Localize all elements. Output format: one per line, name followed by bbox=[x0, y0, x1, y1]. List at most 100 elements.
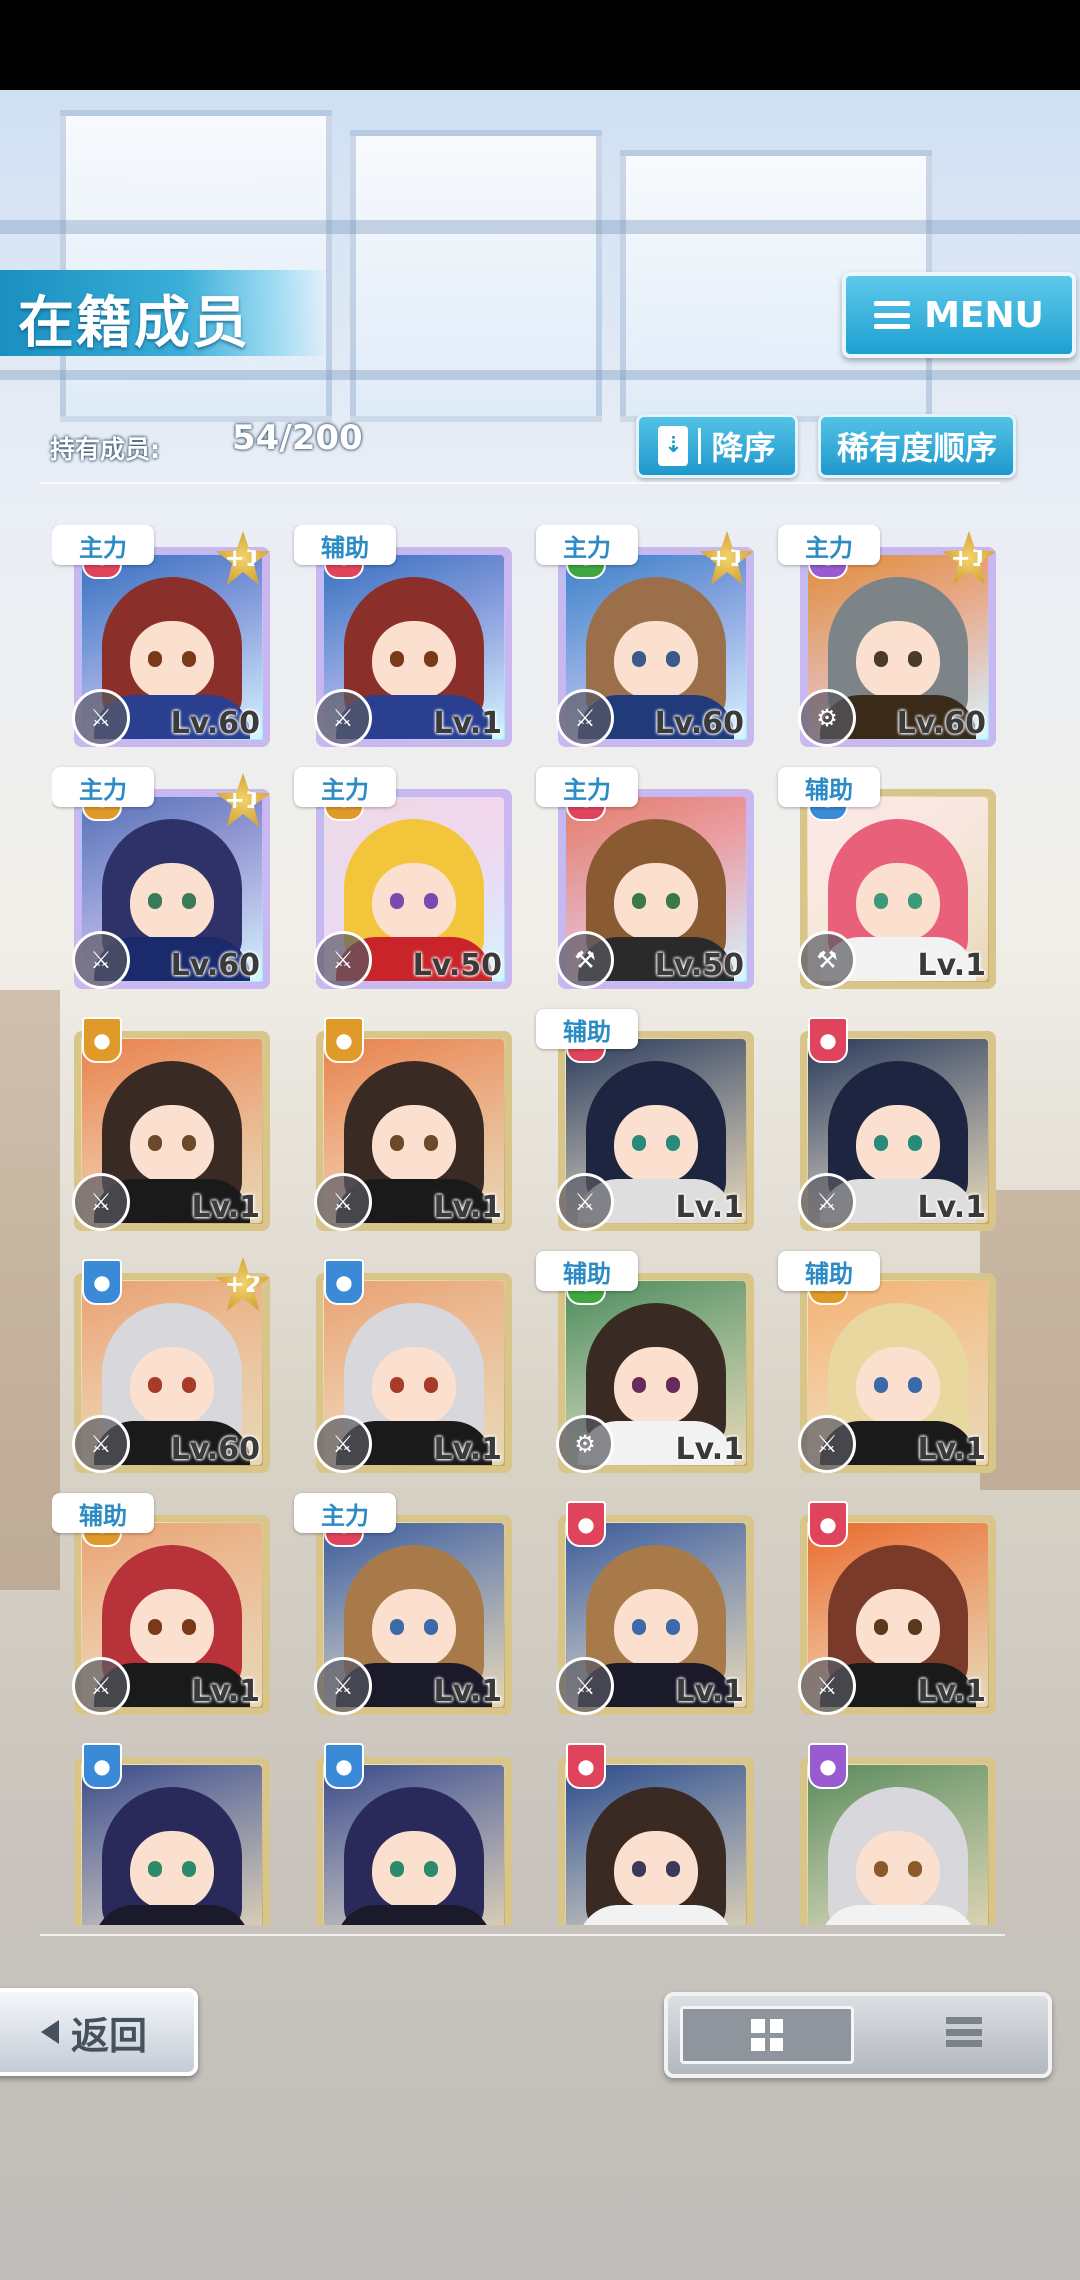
level-label: Lv.1 bbox=[675, 1432, 745, 1467]
member-card[interactable]: ● bbox=[536, 1735, 758, 1925]
separator bbox=[698, 428, 702, 464]
sword-icon: ⚔ bbox=[314, 931, 372, 989]
portrait-eye bbox=[666, 1619, 680, 1635]
portrait-face bbox=[372, 1831, 456, 1909]
member-card[interactable]: ● ⚔ Lv.1 bbox=[536, 1493, 758, 1715]
role-tag: 主力 bbox=[294, 767, 396, 807]
sword-icon: ⚔ bbox=[556, 1657, 614, 1715]
level-label: Lv.60 bbox=[896, 706, 986, 741]
portrait-eye bbox=[390, 893, 404, 909]
character-portrait bbox=[324, 1765, 504, 1925]
member-grid: ●主力+1⚔Lv.60●辅助⚔Lv.1●主力+1⚔Lv.60●主力+1⚙Lv.6… bbox=[52, 525, 1032, 1925]
attribute-badge-icon: ● bbox=[82, 1017, 122, 1063]
portrait-eye bbox=[424, 1377, 438, 1393]
member-card[interactable]: ●主力⚔Lv.1 bbox=[294, 1493, 516, 1715]
level-label: Lv.60 bbox=[170, 706, 260, 741]
member-card[interactable]: ●辅助⚒Lv.1 bbox=[778, 767, 1000, 989]
sword-icon: ⚔ bbox=[72, 1415, 130, 1473]
role-tag: 辅助 bbox=[778, 767, 880, 807]
level-label: Lv.1 bbox=[191, 1190, 261, 1225]
member-card[interactable]: ● ⚔ Lv.1 bbox=[294, 1251, 516, 1473]
character-portrait bbox=[566, 1765, 746, 1925]
member-card[interactable]: ●辅助⚔Lv.1 bbox=[52, 1493, 274, 1715]
portrait-eye bbox=[182, 1377, 196, 1393]
portrait-eye bbox=[148, 1135, 162, 1151]
portrait-face bbox=[130, 1831, 214, 1909]
portrait-outfit bbox=[94, 1905, 250, 1925]
portrait-eye bbox=[874, 1135, 888, 1151]
role-tag: 主力 bbox=[294, 1493, 396, 1533]
member-card[interactable]: ●主力+1⚙Lv.60 bbox=[778, 525, 1000, 747]
portrait-eye bbox=[908, 1135, 922, 1151]
portrait-face bbox=[130, 1589, 214, 1667]
level-label: Lv.1 bbox=[917, 1432, 987, 1467]
member-card[interactable]: ●辅助⚔Lv.1 bbox=[778, 1251, 1000, 1473]
menu-label: MENU bbox=[924, 294, 1044, 336]
sword-icon: ⚔ bbox=[314, 689, 372, 747]
portrait-eye bbox=[908, 651, 922, 667]
member-count-label: 持有成员: bbox=[50, 435, 160, 464]
portrait-eye bbox=[874, 1377, 888, 1393]
member-card[interactable]: ● ⚔ Lv.1 bbox=[52, 1009, 274, 1231]
sword-icon: ⚔ bbox=[72, 931, 130, 989]
menu-button[interactable]: MENU bbox=[842, 272, 1076, 358]
member-card[interactable]: ● bbox=[778, 1735, 1000, 1925]
sword-icon: ⚔ bbox=[72, 1173, 130, 1231]
character-portrait bbox=[82, 1765, 262, 1925]
role-tag: 辅助 bbox=[778, 1251, 880, 1291]
member-card[interactable]: ●辅助⚔Lv.1 bbox=[536, 1009, 758, 1231]
hammer-icon: ⚒ bbox=[798, 931, 856, 989]
portrait-face bbox=[614, 1347, 698, 1425]
sort-rarity-button[interactable]: 稀有度顺序 bbox=[818, 414, 1016, 478]
arrow-left-icon bbox=[40, 2020, 59, 2044]
sword-icon: ⚔ bbox=[798, 1657, 856, 1715]
portrait-face bbox=[372, 621, 456, 699]
member-card[interactable]: ● ⚔ Lv.1 bbox=[294, 1009, 516, 1231]
portrait-eye bbox=[632, 1619, 646, 1635]
divider bbox=[40, 482, 1000, 484]
sort-order-button[interactable]: ⇣ 降序 bbox=[636, 414, 798, 478]
portrait-eye bbox=[424, 1135, 438, 1151]
level-label: Lv.60 bbox=[170, 948, 260, 983]
list-icon bbox=[946, 2017, 982, 2047]
member-card[interactable]: ● ⚔ Lv.1 bbox=[778, 1009, 1000, 1231]
menu-icon bbox=[874, 301, 911, 329]
back-button[interactable]: 返回 bbox=[0, 1988, 198, 2076]
member-card[interactable]: ●主力⚔Lv.50 bbox=[294, 767, 516, 989]
portrait-face bbox=[130, 621, 214, 699]
member-card[interactable]: ●辅助⚙Lv.1 bbox=[536, 1251, 758, 1473]
list-view-button[interactable] bbox=[904, 2006, 1024, 2058]
member-card[interactable]: ●主力+1⚔Lv.60 bbox=[52, 525, 274, 747]
portrait-eye bbox=[908, 1377, 922, 1393]
portrait-eye bbox=[424, 1619, 438, 1635]
portrait-eye bbox=[182, 1135, 196, 1151]
member-card[interactable]: ●主力+1⚔Lv.60 bbox=[52, 767, 274, 989]
portrait-eye bbox=[632, 1135, 646, 1151]
character-portrait bbox=[808, 1765, 988, 1925]
portrait-face bbox=[856, 1347, 940, 1425]
attribute-badge-icon: ● bbox=[808, 1017, 848, 1063]
portrait-face bbox=[372, 1589, 456, 1667]
attribute-badge-icon: ● bbox=[566, 1743, 606, 1789]
level-label: Lv.50 bbox=[412, 948, 502, 983]
member-card[interactable]: ●主力⚒Lv.50 bbox=[536, 767, 758, 989]
member-card[interactable]: ● bbox=[294, 1735, 516, 1925]
portrait-eye bbox=[424, 1861, 438, 1877]
level-label: Lv.1 bbox=[675, 1674, 745, 1709]
gear-icon: ⚙ bbox=[556, 1415, 614, 1473]
portrait-eye bbox=[390, 1619, 404, 1635]
window-beam bbox=[0, 370, 1080, 380]
shelf bbox=[0, 990, 60, 1590]
portrait-face bbox=[372, 1105, 456, 1183]
member-card[interactable]: ●辅助⚔Lv.1 bbox=[294, 525, 516, 747]
portrait-eye bbox=[666, 651, 680, 667]
attribute-badge-icon: ● bbox=[324, 1017, 364, 1063]
grid-view-button[interactable] bbox=[680, 2006, 854, 2064]
member-card[interactable]: ● ⚔ Lv.1 bbox=[778, 1493, 1000, 1715]
member-card[interactable]: ● +2 ⚔ Lv.60 bbox=[52, 1251, 274, 1473]
portrait-face bbox=[372, 863, 456, 941]
portrait-eye bbox=[148, 1861, 162, 1877]
portrait-outfit bbox=[820, 1905, 976, 1925]
member-card[interactable]: ● bbox=[52, 1735, 274, 1925]
member-card[interactable]: ●主力+1⚔Lv.60 bbox=[536, 525, 758, 747]
